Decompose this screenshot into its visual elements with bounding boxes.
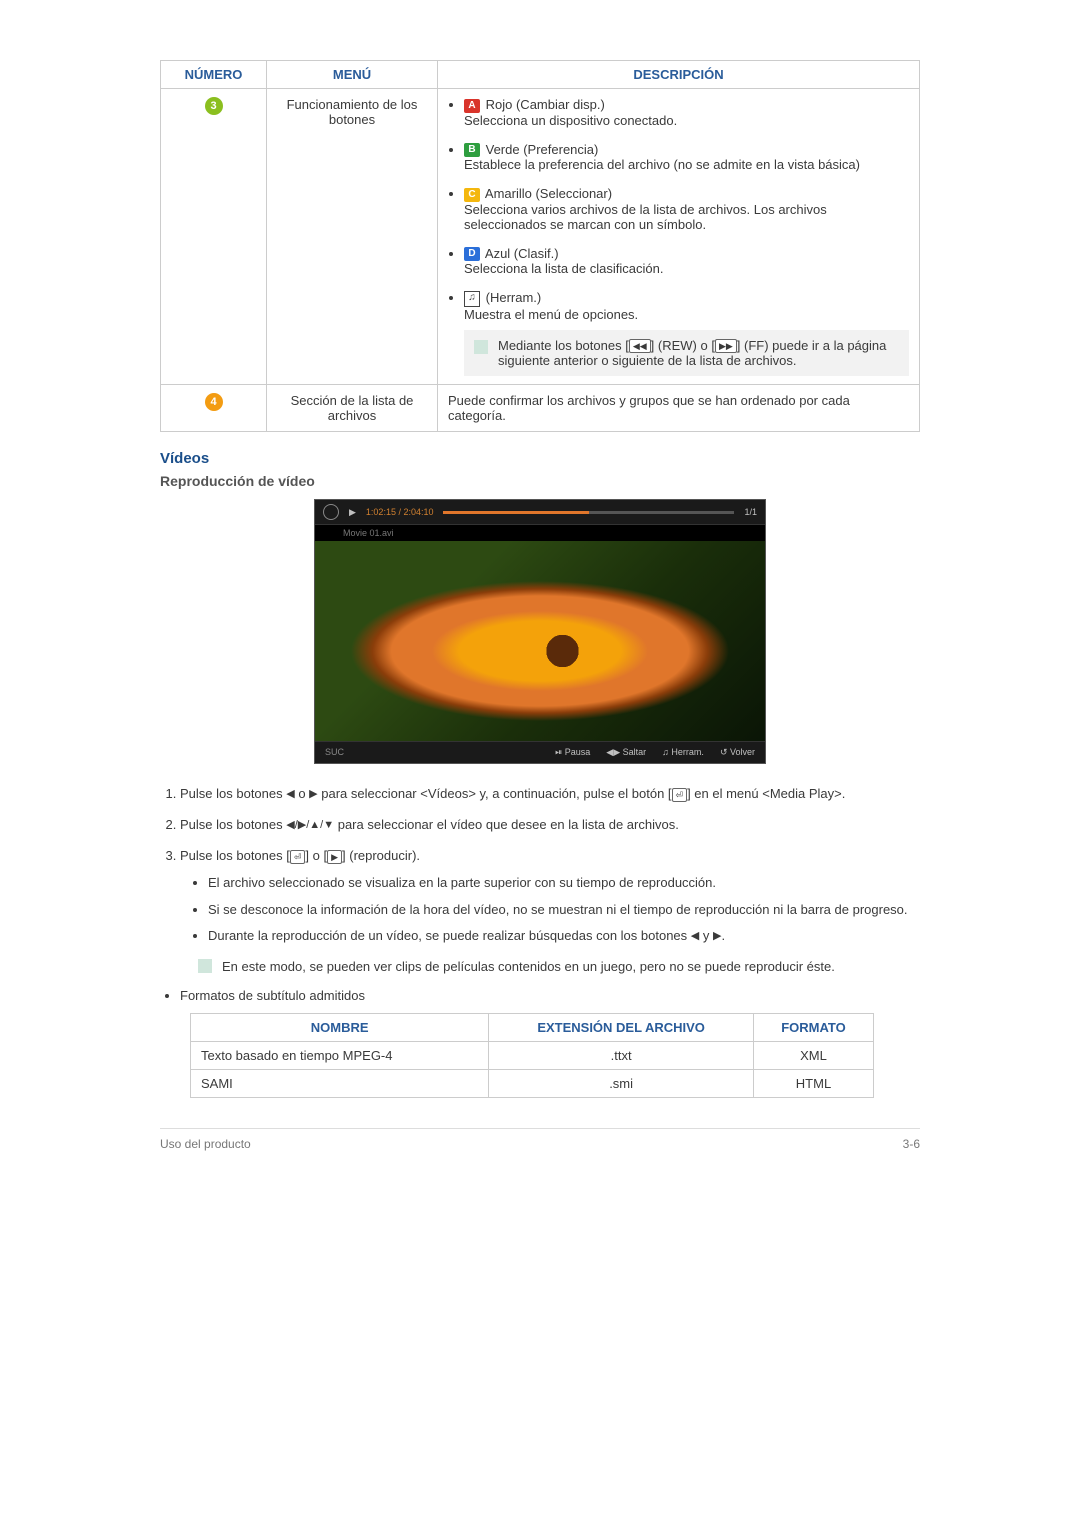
note-icon xyxy=(198,959,212,973)
note-text-1: Mediante los botones [ xyxy=(498,338,629,353)
video-player-screenshot: ▶ 1:02:15 / 2:04:10 1/1 Movie 01.avi SUC… xyxy=(314,499,766,764)
table-row: 4 Sección de la lista de archivos Puede … xyxy=(161,385,920,432)
red-title: Rojo (Cambiar disp.) xyxy=(486,97,605,112)
subsection-repro-heading: Reproducción de vídeo xyxy=(160,473,920,489)
step-3-sub2: Si se desconoce la información de la hor… xyxy=(208,900,920,921)
footer-right: 3-6 xyxy=(903,1137,920,1151)
enter-icon: ⏎ xyxy=(290,850,306,864)
blue-desc: Selecciona la lista de clasificación. xyxy=(464,261,663,276)
player-left-label: SUC xyxy=(325,747,344,758)
green-desc: Establece la preferencia del archivo (no… xyxy=(464,157,860,172)
enter-icon: ⏎ xyxy=(672,788,688,802)
page-footer: Uso del producto 3-6 xyxy=(160,1128,920,1151)
features-table: NÚMERO MENÚ DESCRIPCIÓN 3 Funcionamiento… xyxy=(160,60,920,432)
subtitle-format-table: NOMBRE EXTENSIÓN DEL ARCHIVO FORMATO Tex… xyxy=(190,1013,874,1098)
table-row: Texto basado en tiempo MPEG-4 .ttxt XML xyxy=(191,1041,874,1069)
blue-title: Azul (Clasif.) xyxy=(485,246,559,261)
progress-bar xyxy=(443,511,734,514)
player-saltar: ◀▶ Saltar xyxy=(606,747,646,758)
th-ext: EXTENSIÓN DEL ARCHIVO xyxy=(489,1013,754,1041)
footer-left: Uso del producto xyxy=(160,1137,251,1151)
green-button-icon: B xyxy=(464,143,480,157)
th-numero: NÚMERO xyxy=(161,61,267,89)
row4-desc: Puede confirmar los archivos y grupos qu… xyxy=(438,385,920,432)
row3-desc-list: A Rojo (Cambiar disp.) Selecciona un dis… xyxy=(448,97,909,376)
left-arrow-icon: ◀ xyxy=(286,788,294,800)
yellow-desc: Selecciona varios archivos de la lista d… xyxy=(464,202,827,232)
section-videos-heading: Vídeos xyxy=(160,450,920,467)
red-desc: Selecciona un dispositivo conectado. xyxy=(464,113,677,128)
note-box: Mediante los botones [◀◀] (REW) o [▶▶] (… xyxy=(464,330,909,377)
red-button-icon: A xyxy=(464,99,480,113)
steps-list: Pulse los botones ◀ o ▶ para seleccionar… xyxy=(160,784,920,978)
player-volver: ↺ Volver xyxy=(720,747,755,758)
row3-menu: Funcionamiento de los botones xyxy=(267,89,438,385)
ff-icon: ▶▶ xyxy=(715,339,737,353)
play-button-icon: ▶ xyxy=(327,850,342,864)
yellow-button-icon: C xyxy=(464,188,480,202)
note-text-2: ] (REW) o [ xyxy=(651,338,715,353)
green-title: Verde (Preferencia) xyxy=(486,142,599,157)
th-fmt: FORMATO xyxy=(753,1013,873,1041)
player-frame-image xyxy=(315,541,765,741)
table-row: SAMI .smi HTML xyxy=(191,1069,874,1097)
badge-4-icon: 4 xyxy=(205,393,223,411)
th-desc: DESCRIPCIÓN xyxy=(438,61,920,89)
step-3-note: En este modo, se pueden ver clips de pel… xyxy=(198,957,920,978)
table-row: 3 Funcionamiento de los botones A Rojo (… xyxy=(161,89,920,385)
reel-icon xyxy=(323,504,339,520)
step-2: Pulse los botones ◀/▶/▲/▼ para seleccion… xyxy=(180,815,920,836)
nav-arrows-icon: ◀/▶/▲/▼ xyxy=(286,819,334,831)
subtitle-intro: Formatos de subtítulo admitidos xyxy=(180,988,920,1003)
tools-desc: Muestra el menú de opciones. xyxy=(464,307,638,322)
step-3: Pulse los botones [⏎] o [▶] (reproducir)… xyxy=(180,846,920,978)
rew-icon: ◀◀ xyxy=(629,339,651,353)
th-nombre: NOMBRE xyxy=(191,1013,489,1041)
step-3-sub1: El archivo seleccionado se visualiza en … xyxy=(208,873,920,894)
player-herram: ♫ Herram. xyxy=(662,747,704,758)
player-pausa: ⏯ Pausa xyxy=(555,747,590,758)
badge-3-icon: 3 xyxy=(205,97,223,115)
play-icon: ▶ xyxy=(349,507,356,518)
th-menu: MENÚ xyxy=(267,61,438,89)
page: NÚMERO MENÚ DESCRIPCIÓN 3 Funcionamiento… xyxy=(80,0,1000,1191)
right-arrow-icon: ▶ xyxy=(309,788,317,800)
left-arrow-icon: ◀ xyxy=(691,930,699,942)
step-1: Pulse los botones ◀ o ▶ para seleccionar… xyxy=(180,784,920,805)
tools-icon: ♫ xyxy=(464,291,480,307)
tools-title: (Herram.) xyxy=(486,290,542,305)
subtitle-intro-list: Formatos de subtítulo admitidos xyxy=(160,988,920,1003)
yellow-title: Amarillo (Seleccionar) xyxy=(485,186,612,201)
player-filename: Movie 01.avi xyxy=(315,525,765,541)
player-time: 1:02:15 / 2:04:10 xyxy=(366,507,434,517)
row4-menu: Sección de la lista de archivos xyxy=(267,385,438,432)
note-icon xyxy=(474,340,488,354)
step-3-sub3: Durante la reproducción de un vídeo, se … xyxy=(208,926,920,947)
blue-button-icon: D xyxy=(464,247,480,261)
player-page: 1/1 xyxy=(744,507,757,517)
